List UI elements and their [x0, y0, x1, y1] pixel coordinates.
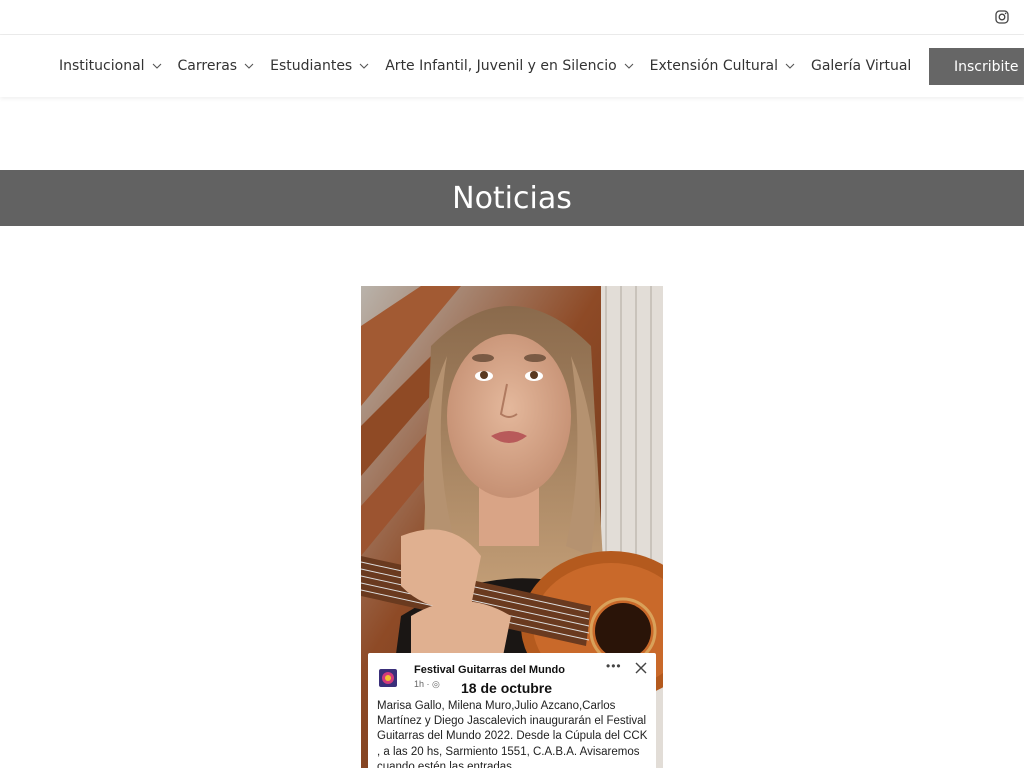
festival-logo [379, 669, 397, 687]
nav-item-extensión-cultural[interactable]: Extensión Cultural [650, 58, 795, 74]
nav-item-label: Extensión Cultural [649, 58, 778, 74]
main-navigation: Institucional Carreras Estudiantes Arte Inf… [0, 35, 1024, 97]
post-date: 18 de octubre [461, 680, 553, 696]
social-post-card: Festival Guitarras del Mundo 1h · ◎ ••• … [368, 653, 656, 768]
post-page-name: Festival Guitarras del Mundo [414, 664, 565, 676]
chevron-down-icon [785, 63, 795, 69]
close-icon[interactable] [634, 661, 648, 675]
inscribite-button[interactable]: Inscribite [929, 48, 1024, 85]
top-bar [0, 0, 1024, 35]
nav-item-carreras[interactable]: Carreras [178, 58, 255, 74]
news-post-image[interactable]: Festival Guitarras del Mundo 1h · ◎ ••• … [361, 286, 663, 768]
nav-item-arte-infantil-juvenil-y-en-silencio[interactable]: Arte Infantil, Juvenil y en Silencio [385, 58, 634, 74]
chevron-down-icon [624, 63, 634, 69]
instagram-icon[interactable] [995, 10, 1009, 24]
post-body: Marisa Gallo, Milena Muro,Julio Azcano,C… [377, 700, 648, 768]
more-options-icon[interactable]: ••• [606, 659, 622, 673]
nav-item-label: Estudiantes [270, 58, 353, 74]
page-title-band: Noticias [0, 170, 1024, 226]
nav-menu: Institucional Carreras Estudiantes Arte Inf… [59, 35, 927, 97]
nav-item-estudiantes[interactable]: Estudiantes [270, 58, 369, 74]
page-title: Noticias [452, 180, 572, 216]
nav-item-label: Galería Virtual [810, 58, 912, 74]
nav-item-galería-virtual[interactable]: Galería Virtual [811, 58, 911, 74]
nav-item-institucional[interactable]: Institucional [59, 58, 162, 74]
chevron-down-icon [359, 63, 369, 69]
nav-item-label: Institucional [59, 58, 145, 74]
post-meta: 1h · ◎ [414, 679, 440, 689]
nav-item-label: Carreras [177, 58, 238, 74]
chevron-down-icon [152, 63, 161, 69]
nav-item-label: Arte Infantil, Juvenil y en Silencio [385, 58, 617, 74]
chevron-down-icon [244, 63, 254, 69]
